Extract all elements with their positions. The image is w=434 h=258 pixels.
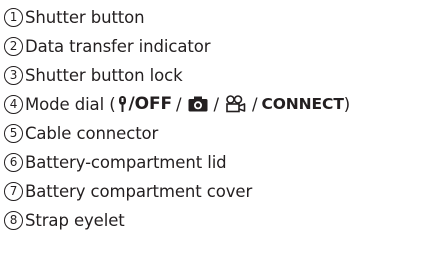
item-number: 3 — [4, 65, 23, 85]
power-icon — [118, 96, 127, 112]
separator: / — [251, 94, 258, 114]
item-label: Cable connector — [25, 123, 159, 143]
camera-icon — [188, 96, 208, 112]
list-item: 4 Mode dial ( /OFF / / / CONNECT) — [4, 89, 350, 119]
item-label: Shutter button — [25, 7, 145, 27]
list-item: 5 Cable connector — [4, 118, 158, 148]
item-number: 2 — [4, 36, 23, 56]
item-label: Strap eyelet — [25, 210, 125, 230]
list-item: 7 Battery compartment cover — [4, 176, 252, 206]
item-label-prefix: Mode dial ( — [25, 94, 116, 114]
item-number: 8 — [4, 210, 23, 230]
item-label: Data transfer indicator — [25, 36, 211, 56]
video-camera-icon — [225, 95, 246, 113]
item-number: 7 — [4, 181, 23, 201]
separator: / — [213, 94, 220, 114]
parts-list: 1 Shutter button 2 Data transfer indicat… — [0, 0, 434, 258]
item-number: 5 — [4, 123, 23, 143]
item-number: 4 — [4, 94, 23, 114]
off-label: /OFF — [128, 94, 173, 114]
separator: / — [176, 94, 182, 114]
item-label: Battery-compartment lid — [25, 152, 227, 172]
list-item: 8 Strap eyelet — [4, 205, 125, 235]
item-label: Shutter button lock — [25, 65, 183, 85]
item-label: Battery compartment cover — [25, 181, 253, 201]
list-item: 6 Battery-compartment lid — [4, 147, 227, 177]
item-number: 1 — [4, 7, 23, 27]
list-item: 1 Shutter button — [4, 2, 145, 32]
list-item: 3 Shutter button lock — [4, 60, 183, 90]
item-number: 6 — [4, 152, 23, 172]
item-label-suffix: ) — [343, 94, 351, 114]
connect-label: CONNECT — [261, 95, 344, 113]
list-item: 2 Data transfer indicator — [4, 31, 210, 61]
